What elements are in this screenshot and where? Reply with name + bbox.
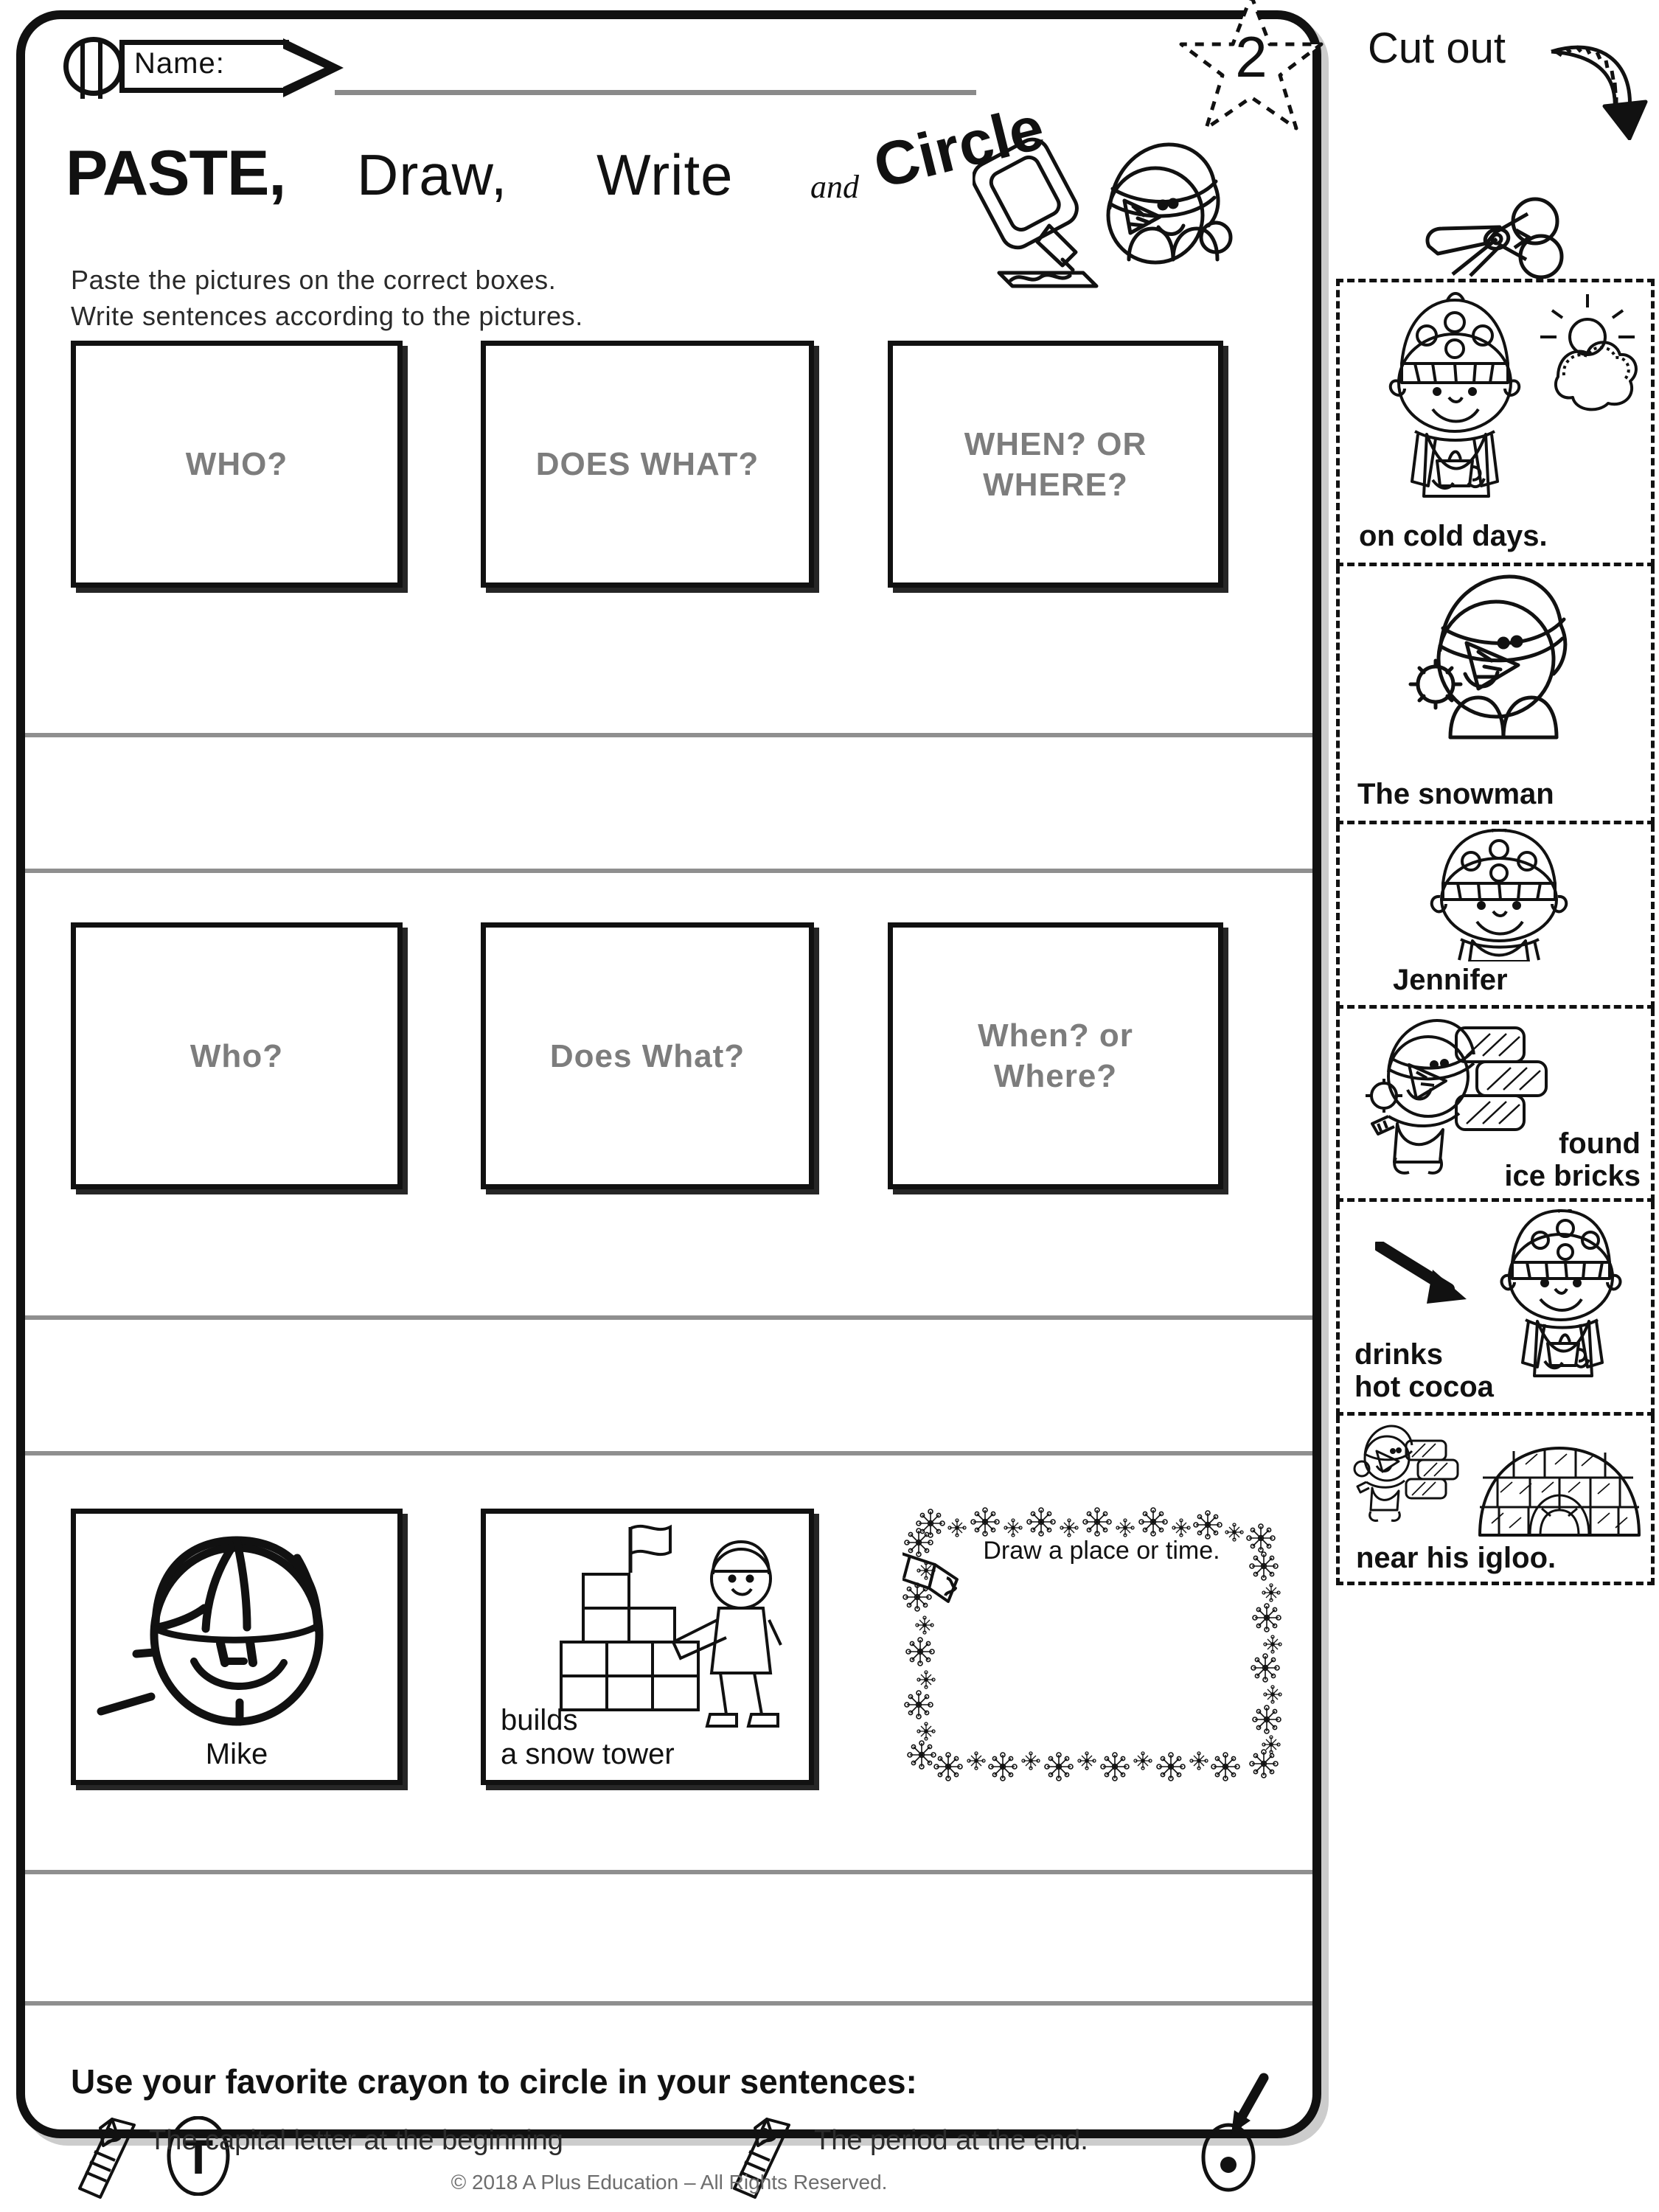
example-card-snow-tower[interactable]: builds a snow tower: [481, 1509, 814, 1785]
worksheet-frame: Name: PASTE, Draw, Write and Circle Past…: [16, 10, 1321, 2199]
pencil-ferrule-icon: [63, 37, 124, 99]
row1-box-when-where-label: WHEN? OR WHERE?: [964, 425, 1147, 503]
cut-card-the-snowman-text: The snowman: [1357, 778, 1554, 810]
example-card-mike[interactable]: Mike: [71, 1509, 403, 1785]
row2-box-when-where-label: When? or Where?: [978, 1018, 1133, 1094]
row2-box-who[interactable]: Who?: [71, 922, 403, 1189]
row1-box-does-what-label: DOES WHAT?: [535, 446, 759, 482]
directions-line-2: Write sentences according to the picture…: [71, 300, 583, 331]
pencil-tip-inner: [283, 49, 324, 87]
copyright-notice: © 2018 A Plus Education – All Rights Res…: [451, 2171, 888, 2194]
writing-line-2[interactable]: [25, 869, 1312, 873]
page-number-star-badge: 2: [1174, 0, 1329, 139]
writing-line-6[interactable]: [25, 2001, 1312, 2006]
cut-out-label: Cut out: [1368, 24, 1506, 72]
bottom-instruction-title: Use your favorite crayon to circle in yo…: [71, 2062, 917, 2101]
row1-box-when-where[interactable]: WHEN? OR WHERE?: [888, 341, 1223, 588]
boy-face-icon: [97, 1536, 324, 1726]
worksheet-page: Name: PASTE, Draw, Write and Circle Past…: [0, 0, 1659, 2212]
example-card-snow-tower-caption: builds a snow tower: [501, 1704, 675, 1770]
row1-box-who-label: WHO?: [185, 446, 288, 482]
cut-out-card-column: on cold days. The snowman Jennifer found…: [1336, 279, 1655, 1585]
bottom-instruction-item-2: The period at the end.: [814, 2125, 1088, 2156]
glue-snowman-illustration: [971, 115, 1238, 292]
draw-a-place-or-time-label: Draw a place or time.: [983, 1537, 1220, 1565]
cut-card-jennifer[interactable]: Jennifer: [1336, 824, 1655, 1009]
snowman-and-igloo-icon: [1353, 1425, 1641, 1537]
cut-card-drinks-hot-cocoa-text: drinks hot cocoa: [1354, 1338, 1494, 1403]
row2-box-does-what-label: Does What?: [549, 1037, 745, 1074]
cut-card-near-his-igloo[interactable]: near his igloo.: [1336, 1416, 1655, 1585]
glue-snowman-svg: [971, 137, 1233, 288]
row2-box-does-what[interactable]: Does What?: [481, 922, 814, 1189]
writing-line-5[interactable]: [25, 1870, 1312, 1874]
title-word-write: Write: [597, 142, 734, 207]
snowman-with-santa-hat-icon: [1408, 574, 1568, 740]
girl-with-cocoa-and-sun-cloud-icon: [1388, 292, 1638, 498]
pointer-arrow-icon: [1375, 1242, 1467, 1304]
title-word-draw: Draw,: [357, 142, 508, 207]
bottom-instruction-item-1: The capital letter at the beginning: [149, 2125, 563, 2156]
cut-card-on-cold-days[interactable]: on cold days.: [1336, 279, 1655, 566]
directions-text: Paste the pictures on the correct boxes.…: [71, 262, 882, 334]
directions-line-1: Paste the pictures on the correct boxes.: [71, 265, 557, 295]
writing-line-4[interactable]: [25, 1451, 1312, 1455]
row1-box-who[interactable]: WHO?: [71, 341, 403, 588]
cut-card-on-cold-days-text: on cold days.: [1359, 520, 1548, 552]
page-title: PASTE, Draw, Write and Circle: [66, 92, 1083, 226]
title-connector: and: [810, 169, 859, 205]
cut-card-jennifer-text: Jennifer: [1393, 964, 1508, 996]
example-card-mike-caption: Mike: [205, 1738, 268, 1770]
row2-box-who-label: Who?: [189, 1037, 284, 1074]
cut-card-found-ice-bricks-text: found ice bricks: [1504, 1127, 1641, 1192]
girl-with-polka-dot-hat-icon: [1430, 829, 1568, 961]
writing-line-1[interactable]: [25, 733, 1312, 737]
cut-card-near-his-igloo-text: near his igloo.: [1356, 1542, 1557, 1574]
draw-a-place-or-time-frame[interactable]: Draw a place or time.: [872, 1507, 1301, 1786]
name-label: Name:: [134, 47, 225, 80]
writing-line-3[interactable]: [25, 1315, 1312, 1320]
scissors-icon: [1425, 197, 1564, 279]
girl-drinking-cocoa-icon: [1500, 1209, 1622, 1377]
cut-card-the-snowman[interactable]: The snowman: [1336, 566, 1655, 824]
curved-arrow-icon: [1551, 45, 1648, 140]
row1-box-does-what[interactable]: DOES WHAT?: [481, 341, 814, 588]
name-pencil-graphic: Name:: [55, 35, 344, 99]
row2-box-when-where[interactable]: When? or Where?: [888, 922, 1223, 1189]
name-input-line[interactable]: [335, 90, 976, 95]
title-word-paste: PASTE,: [66, 138, 286, 209]
cut-card-drinks-hot-cocoa[interactable]: drinks hot cocoa: [1336, 1202, 1655, 1416]
cut-card-found-ice-bricks[interactable]: found ice bricks: [1336, 1009, 1655, 1202]
page-number: 2: [1235, 24, 1267, 89]
